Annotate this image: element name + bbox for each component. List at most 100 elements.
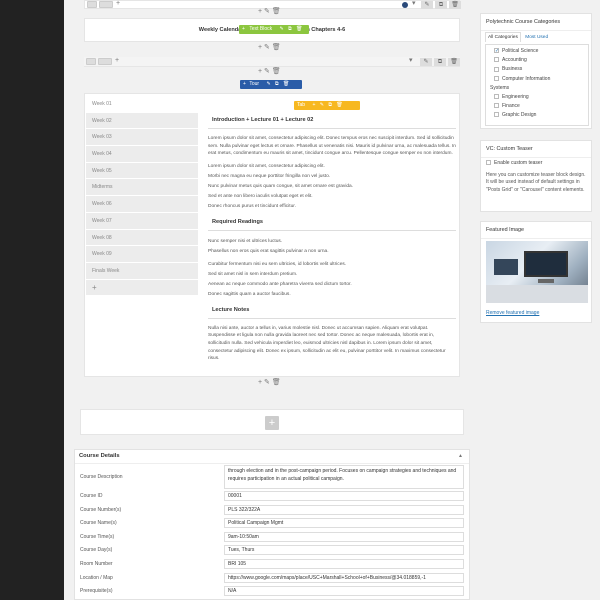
course-description-field[interactable]: through election and in the post-campaig…: [224, 465, 464, 489]
copy-icon[interactable]: ⧉: [288, 26, 292, 32]
field-label: Prerequisite(s): [80, 588, 113, 594]
admin-sidebar: [0, 0, 64, 600]
column-controls-icon[interactable]: + ✎ 🗑: [258, 379, 281, 387]
tab-week-07[interactable]: Week 07: [86, 212, 198, 230]
enable-teaser-option[interactable]: Enable custom teaser: [486, 160, 542, 166]
course-details-title: Course Details: [79, 453, 120, 459]
checkbox-icon[interactable]: [494, 75, 499, 81]
dropdown-icon[interactable]: ▾: [409, 57, 413, 65]
course-day-field[interactable]: Tues, Thurs: [224, 545, 464, 555]
course-time-field[interactable]: 9am-10:50am: [224, 532, 464, 542]
row-drag-handle[interactable]: [87, 1, 97, 8]
tab-midterms[interactable]: Midterms: [86, 179, 198, 197]
copy-button[interactable]: ⧉: [434, 58, 446, 66]
course-name-field[interactable]: Political Campaign Mgmt: [224, 518, 464, 528]
tab-week-08[interactable]: Week 08: [86, 229, 198, 247]
paragraph: Nulla nisi ante, auctor a tellus in, var…: [208, 325, 446, 362]
add-icon[interactable]: +: [312, 102, 315, 108]
tab-week-09[interactable]: Week 09: [86, 246, 198, 263]
row-layout-button[interactable]: [99, 1, 113, 8]
monitor-shape: [524, 251, 568, 277]
checkbox-icon[interactable]: [494, 66, 499, 72]
tab-most-used[interactable]: Most Used: [525, 35, 548, 40]
delete-icon[interactable]: 🗑: [283, 81, 289, 87]
tab-finals-week[interactable]: Finals Week: [86, 262, 198, 280]
checkbox-checked-icon[interactable]: ✓: [494, 48, 499, 54]
row-drag-handle[interactable]: [86, 58, 96, 65]
tab-list: Week 01 Week 02 Week 03 Week 04 Week 05 …: [86, 96, 198, 297]
checkbox-icon[interactable]: [494, 103, 499, 109]
edit-icon[interactable]: ✎: [320, 102, 324, 108]
add-icon[interactable]: +: [116, 0, 120, 8]
tab-element-controls[interactable]: Tab + ✎ ⧉ 🗑: [294, 101, 360, 110]
divider: [208, 128, 456, 129]
edit-icon[interactable]: ✎: [266, 81, 270, 87]
tab-week-06[interactable]: Week 06: [86, 196, 198, 213]
course-id-field[interactable]: 00001: [224, 491, 464, 501]
checkbox-icon[interactable]: [486, 160, 491, 166]
course-number-field[interactable]: PLS 322/322A: [224, 505, 464, 515]
dropdown-icon[interactable]: ▾: [412, 0, 416, 8]
add-tab-button[interactable]: +: [86, 279, 198, 297]
delete-button[interactable]: 🗑: [448, 58, 460, 66]
section-heading: Required Readings: [212, 218, 263, 225]
field-label: Course ID: [80, 493, 103, 499]
edit-button[interactable]: ✎: [420, 58, 432, 66]
delete-icon[interactable]: 🗑: [336, 102, 342, 108]
field-label: Room Number: [80, 561, 113, 567]
copy-icon[interactable]: ⧉: [275, 81, 279, 87]
row-layout-button[interactable]: [98, 58, 112, 65]
column-controls-icon[interactable]: + ✎ 🗑: [258, 44, 281, 52]
category-label: Graphic Design: [502, 112, 537, 119]
field-label: Course Number(s): [80, 507, 122, 513]
room-number-field[interactable]: BRI 105: [224, 559, 464, 569]
checkbox-icon[interactable]: [494, 57, 499, 63]
category-item[interactable]: Engineering: [490, 93, 584, 102]
column-controls-icon[interactable]: + ✎ 🗑: [258, 68, 281, 76]
featured-image[interactable]: [486, 241, 588, 303]
custom-teaser-title: VC: Custom Teaser: [481, 141, 591, 158]
category-label: Engineering: [502, 93, 529, 100]
column-controls-icon[interactable]: + ✎ 🗑: [258, 8, 281, 16]
tab-week-03[interactable]: Week 03: [86, 129, 198, 147]
add-icon[interactable]: +: [115, 57, 119, 65]
tab-week-01[interactable]: Week 01: [86, 96, 198, 113]
category-item[interactable]: Business: [490, 65, 584, 74]
tab-week-05[interactable]: Week 05: [86, 162, 198, 180]
checkbox-label: Enable custom teaser: [494, 160, 543, 166]
category-item[interactable]: Finance: [490, 102, 584, 111]
checkbox-icon[interactable]: [494, 94, 499, 100]
category-item[interactable]: Accounting: [490, 56, 584, 65]
tab-week-02[interactable]: Week 02: [86, 112, 198, 130]
collapse-toggle-icon[interactable]: ▲: [458, 453, 463, 459]
category-item[interactable]: Computer Information: [490, 75, 584, 84]
edit-icon[interactable]: ✎: [280, 26, 284, 32]
add-icon[interactable]: +: [242, 26, 245, 32]
category-item[interactable]: ✓ Political Science: [490, 47, 584, 56]
text-block-controls[interactable]: + Text Block ✎ ⧉ 🗑: [239, 25, 309, 34]
section-heading: Introduction + Lecture 01 + Lecture 02: [212, 117, 314, 123]
category-item[interactable]: Graphic Design: [490, 111, 584, 120]
copy-button[interactable]: ⧉: [435, 1, 447, 9]
remove-featured-image-link[interactable]: Remove featured image: [486, 310, 539, 316]
text-line: Lorem ipsum dolor sit amet, consectetur …: [208, 163, 325, 169]
delete-button[interactable]: 🗑: [449, 1, 461, 9]
divider: [208, 229, 456, 231]
checkbox-icon[interactable]: [494, 112, 499, 118]
element-name-label: Text Block: [249, 26, 273, 32]
location-map-field[interactable]: https://www.google.com/maps/place/USC+Ma…: [224, 573, 464, 583]
tab-all-categories[interactable]: All Categories: [485, 32, 521, 42]
desk-shape: [486, 285, 588, 303]
tour-element-controls[interactable]: + Tour ✎ ⧉ 🗑: [240, 80, 302, 89]
edit-button[interactable]: ✎: [421, 1, 433, 9]
category-label: Accounting: [502, 57, 527, 64]
add-element-button[interactable]: +: [265, 416, 279, 430]
text-line: Morbi nec magna eu neque porttitor fring…: [208, 173, 331, 179]
delete-icon[interactable]: 🗑: [296, 26, 302, 32]
prerequisites-field[interactable]: N/A: [224, 586, 464, 596]
add-icon[interactable]: +: [243, 81, 246, 87]
tab-week-04[interactable]: Week 04: [86, 146, 198, 163]
row-weekly-calendar: Weekly Calendar: Don't forget... Friday …: [84, 18, 460, 42]
copy-icon[interactable]: ⧉: [328, 102, 332, 108]
text-line: Nunc pulvinar metus quis quam congue, si…: [208, 183, 354, 189]
